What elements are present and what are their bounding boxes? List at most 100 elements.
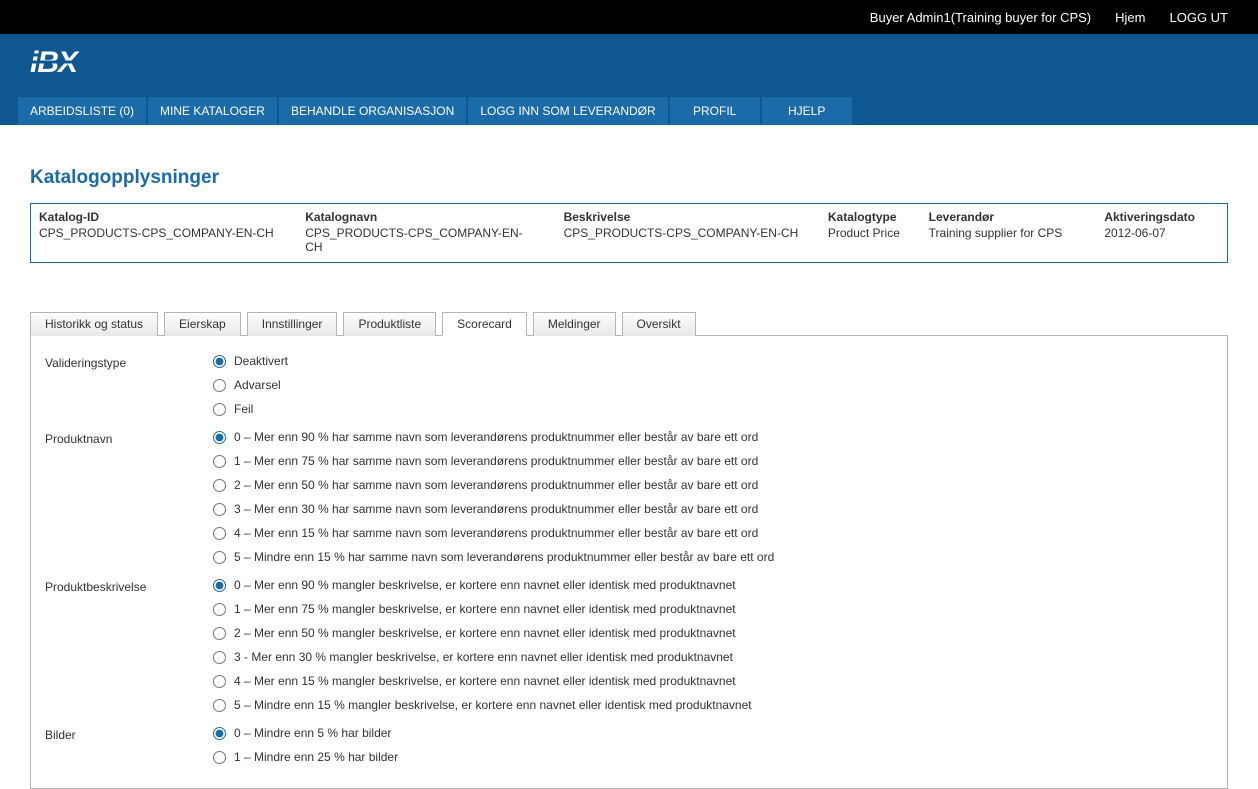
topbar: Buyer Admin1(Training buyer for CPS) Hje… <box>0 0 1258 34</box>
tab-eierskap[interactable]: Eierskap <box>164 312 241 336</box>
logo: iBX <box>30 48 130 85</box>
topbar-home-link[interactable]: Hjem <box>1115 10 1145 25</box>
radio-valideringstype-0[interactable] <box>213 355 226 368</box>
header-bar: iBX ARBEIDSLISTE (0) MINE KATALOGER BEHA… <box>0 34 1258 125</box>
label-leverandor: Leverandør <box>929 210 1081 224</box>
radio-produktbeskrivelse-1[interactable] <box>213 603 226 616</box>
section-options-produktnavn: 0 – Mer enn 90 % har samme navn som leve… <box>213 430 1213 574</box>
section-options-bilder: 0 – Mindre enn 5 % har bilder 1 – Mindre … <box>213 726 1213 774</box>
option-produktbeskrivelse-3[interactable]: 3 - Mer enn 30 % mangler beskrivelse, er… <box>213 650 1213 664</box>
section-label-bilder: Bilder <box>45 726 213 774</box>
option-produktnavn-2[interactable]: 2 – Mer enn 50 % har samme navn som leve… <box>213 478 1213 492</box>
option-label-valideringstype-1: Advarsel <box>234 378 281 392</box>
tab-produktliste[interactable]: Produktliste <box>343 312 436 336</box>
tab-content-scorecard: Valideringstype Deaktivert Advarsel Feil Pro… <box>30 336 1228 789</box>
radio-bilder-0[interactable] <box>213 727 226 740</box>
topbar-user: Buyer Admin1(Training buyer for CPS) <box>870 10 1091 25</box>
radio-produktnavn-2[interactable] <box>213 479 226 492</box>
radio-produktnavn-5[interactable] <box>213 551 226 564</box>
label-katalog-id: Katalog-ID <box>39 210 281 224</box>
nav-help[interactable]: HJELP <box>762 97 852 125</box>
section-label-produktnavn: Produktnavn <box>45 430 213 574</box>
option-produktbeskrivelse-4[interactable]: 4 – Mer enn 15 % mangler beskrivelse, er… <box>213 674 1213 688</box>
option-label-bilder-0: 0 – Mindre enn 5 % har bilder <box>234 726 391 740</box>
option-produktnavn-1[interactable]: 1 – Mer enn 75 % har samme navn som leve… <box>213 454 1213 468</box>
radio-produktbeskrivelse-0[interactable] <box>213 579 226 592</box>
section-label-produktbeskrivelse: Produktbeskrivelse <box>45 578 213 722</box>
option-valideringstype-2[interactable]: Feil <box>213 402 1213 416</box>
radio-produktnavn-0[interactable] <box>213 431 226 444</box>
label-aktiveringsdato: Aktiveringsdato <box>1104 210 1195 224</box>
radio-produktbeskrivelse-2[interactable] <box>213 627 226 640</box>
section-produktnavn: Produktnavn 0 – Mer enn 90 % har samme na… <box>45 430 1213 574</box>
page-title: Katalogopplysninger <box>30 167 1228 189</box>
value-katalogtype: Product Price <box>828 226 905 240</box>
option-produktbeskrivelse-1[interactable]: 1 – Mer enn 75 % mangler beskrivelse, er… <box>213 602 1213 616</box>
option-bilder-1[interactable]: 1 – Mindre enn 25 % har bilder <box>213 750 1213 764</box>
radio-bilder-1[interactable] <box>213 751 226 764</box>
option-produktnavn-3[interactable]: 3 – Mer enn 30 % har samme navn som leve… <box>213 502 1213 516</box>
radio-valideringstype-1[interactable] <box>213 379 226 392</box>
tab-historikk-og-status[interactable]: Historikk og status <box>30 312 158 336</box>
option-label-produktbeskrivelse-0: 0 – Mer enn 90 % mangler beskrivelse, er… <box>234 578 736 592</box>
tab-strip: Historikk og statusEierskapInnstillinger… <box>30 311 1228 336</box>
option-produktnavn-4[interactable]: 4 – Mer enn 15 % har samme navn som leve… <box>213 526 1213 540</box>
nav-worklist[interactable]: ARBEIDSLISTE (0) <box>18 97 146 125</box>
radio-produktnavn-1[interactable] <box>213 455 226 468</box>
option-label-produktbeskrivelse-3: 3 - Mer enn 30 % mangler beskrivelse, er… <box>234 650 733 664</box>
tab-scorecard[interactable]: Scorecard <box>442 312 527 336</box>
option-valideringstype-0[interactable]: Deaktivert <box>213 354 1213 368</box>
radio-valideringstype-2[interactable] <box>213 403 226 416</box>
radio-produktbeskrivelse-3[interactable] <box>213 651 226 664</box>
option-label-produktbeskrivelse-5: 5 – Mindre enn 15 % mangler beskrivelse,… <box>234 698 752 712</box>
nav-profile[interactable]: PROFIL <box>670 97 760 125</box>
option-label-produktbeskrivelse-1: 1 – Mer enn 75 % mangler beskrivelse, er… <box>234 602 736 616</box>
nav-login-as-supplier[interactable]: LOGG INN SOM LEVERANDØR <box>468 97 667 125</box>
label-beskrivelse: Beskrivelse <box>564 210 804 224</box>
radio-produktnavn-3[interactable] <box>213 503 226 516</box>
option-bilder-0[interactable]: 0 – Mindre enn 5 % har bilder <box>213 726 1213 740</box>
tab-innstillinger[interactable]: Innstillinger <box>247 312 338 336</box>
option-produktnavn-0[interactable]: 0 – Mer enn 90 % har samme navn som leve… <box>213 430 1213 444</box>
option-label-produktnavn-0: 0 – Mer enn 90 % har samme navn som leve… <box>234 430 758 444</box>
value-beskrivelse: CPS_PRODUCTS-CPS_COMPANY-EN-CH <box>564 226 804 240</box>
option-produktnavn-5[interactable]: 5 – Mindre enn 15 % har samme navn som l… <box>213 550 1213 564</box>
label-katalognavn: Katalognavn <box>305 210 539 224</box>
radio-produktnavn-4[interactable] <box>213 527 226 540</box>
section-bilder: Bilder 0 – Mindre enn 5 % har bilder 1 – M… <box>45 726 1213 774</box>
option-label-produktbeskrivelse-4: 4 – Mer enn 15 % mangler beskrivelse, er… <box>234 674 736 688</box>
radio-produktbeskrivelse-5[interactable] <box>213 699 226 712</box>
tab-meldinger[interactable]: Meldinger <box>533 312 616 336</box>
option-label-produktnavn-1: 1 – Mer enn 75 % har samme navn som leve… <box>234 454 758 468</box>
option-label-produktnavn-4: 4 – Mer enn 15 % har samme navn som leve… <box>234 526 758 540</box>
option-label-produktnavn-5: 5 – Mindre enn 15 % har samme navn som l… <box>234 550 774 564</box>
option-produktbeskrivelse-0[interactable]: 0 – Mer enn 90 % mangler beskrivelse, er… <box>213 578 1213 592</box>
option-valideringstype-1[interactable]: Advarsel <box>213 378 1213 392</box>
section-options-produktbeskrivelse: 0 – Mer enn 90 % mangler beskrivelse, er… <box>213 578 1213 722</box>
option-label-valideringstype-0: Deaktivert <box>234 354 288 368</box>
nav-manage-org[interactable]: BEHANDLE ORGANISASJON <box>279 97 466 125</box>
value-katalognavn: CPS_PRODUCTS-CPS_COMPANY-EN-CH <box>305 226 539 254</box>
nav-my-catalogs[interactable]: MINE KATALOGER <box>148 97 277 125</box>
main-nav: ARBEIDSLISTE (0) MINE KATALOGER BEHANDLE… <box>18 97 854 125</box>
value-leverandor: Training supplier for CPS <box>929 226 1081 240</box>
option-produktbeskrivelse-5[interactable]: 5 – Mindre enn 15 % mangler beskrivelse,… <box>213 698 1213 712</box>
radio-produktbeskrivelse-4[interactable] <box>213 675 226 688</box>
section-valideringstype: Valideringstype Deaktivert Advarsel Feil <box>45 354 1213 426</box>
option-label-produktnavn-3: 3 – Mer enn 30 % har samme navn som leve… <box>234 502 758 516</box>
option-label-produktbeskrivelse-2: 2 – Mer enn 50 % mangler beskrivelse, er… <box>234 626 736 640</box>
option-label-valideringstype-2: Feil <box>234 402 253 416</box>
content-area: Katalogopplysninger Katalog-ID CPS_PRODU… <box>18 143 1240 789</box>
option-label-produktnavn-2: 2 – Mer enn 50 % har samme navn som leve… <box>234 478 758 492</box>
value-aktiveringsdato: 2012-06-07 <box>1104 226 1195 240</box>
topbar-logout-link[interactable]: LOGG UT <box>1169 10 1228 25</box>
value-katalog-id: CPS_PRODUCTS-CPS_COMPANY-EN-CH <box>39 226 281 240</box>
catalog-info-box: Katalog-ID CPS_PRODUCTS-CPS_COMPANY-EN-C… <box>30 203 1228 263</box>
tab-oversikt[interactable]: Oversikt <box>622 312 696 336</box>
section-produktbeskrivelse: Produktbeskrivelse 0 – Mer enn 90 % mangl… <box>45 578 1213 722</box>
section-options-valideringstype: Deaktivert Advarsel Feil <box>213 354 1213 426</box>
section-label-valideringstype: Valideringstype <box>45 354 213 426</box>
label-katalogtype: Katalogtype <box>828 210 905 224</box>
option-produktbeskrivelse-2[interactable]: 2 – Mer enn 50 % mangler beskrivelse, er… <box>213 626 1213 640</box>
option-label-bilder-1: 1 – Mindre enn 25 % har bilder <box>234 750 398 764</box>
